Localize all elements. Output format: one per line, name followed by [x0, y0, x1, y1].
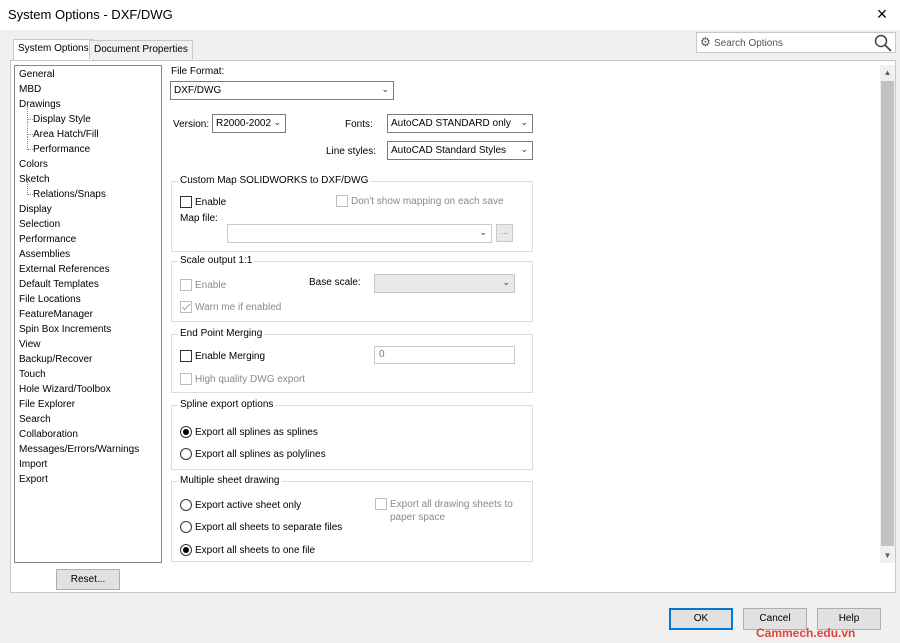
chevron-down-icon: ⌄ [479, 227, 487, 237]
dont-show-mapping-label: Don't show mapping on each save [351, 196, 504, 207]
version-label: Version: [173, 119, 210, 130]
base-scale-label: Base scale: [309, 277, 361, 288]
scroll-thumb[interactable] [881, 81, 894, 546]
spline-title: Spline export options [178, 399, 276, 410]
search-placeholder: Search Options [714, 38, 783, 49]
line-styles-select[interactable]: AutoCAD Standard Styles ⌄ [387, 141, 533, 160]
paper-space-label-line1: Export all drawing sheets to [390, 499, 513, 510]
vertical-scrollbar[interactable]: ▲ ▼ [880, 65, 895, 563]
splines-as-splines-radio[interactable] [180, 426, 192, 438]
tree-item-search[interactable]: Search [19, 414, 51, 425]
paper-space-label-line2: paper space [390, 512, 446, 523]
one-file-radio[interactable] [180, 544, 192, 556]
reset-button[interactable]: Reset... [56, 569, 120, 590]
tree-item-area-hatch[interactable]: Area Hatch/Fill [27, 121, 99, 140]
splines-as-polylines-radio[interactable] [180, 448, 192, 460]
chevron-down-icon: ⌄ [381, 84, 389, 94]
dont-show-mapping-checkbox[interactable] [336, 195, 348, 207]
scroll-up-icon[interactable]: ▲ [880, 65, 895, 80]
browse-button[interactable]: ... [496, 224, 513, 242]
enable-merging-checkbox[interactable] [180, 350, 192, 362]
tree-item-assemblies[interactable]: Assemblies [19, 249, 70, 260]
tree-item-backup-recover[interactable]: Backup/Recover [19, 354, 92, 365]
file-format-value: DXF/DWG [174, 85, 222, 96]
scale-enable-label: Enable [195, 280, 227, 291]
enable-merging-label: Enable Merging [195, 351, 266, 362]
tree-item-default-templates[interactable]: Default Templates [19, 279, 99, 290]
end-point-title: End Point Merging [178, 328, 265, 339]
version-value: R2000-2002 [216, 118, 272, 129]
chevron-down-icon: ⌄ [273, 117, 281, 127]
close-icon[interactable]: × [874, 4, 890, 24]
tree-item-general[interactable]: General [19, 69, 55, 80]
chevron-down-icon: ⌄ [520, 144, 528, 154]
tree-item-export[interactable]: Export [19, 474, 48, 485]
high-quality-dwg-label: High quality DWG export [195, 374, 306, 385]
tree-item-drawings-performance[interactable]: Performance [27, 136, 90, 155]
high-quality-dwg-checkbox[interactable] [180, 373, 192, 385]
tree-item-featuremanager[interactable]: FeatureManager [19, 309, 93, 320]
tree-item-messages-errors-warnings[interactable]: Messages/Errors/Warnings [19, 444, 139, 455]
gear-icon[interactable]: ⚙ [700, 35, 711, 49]
tree-item-collaboration[interactable]: Collaboration [19, 429, 78, 440]
line-styles-label: Line styles: [326, 146, 377, 157]
tree-item-drawings[interactable]: Drawings [19, 99, 61, 110]
splines-as-splines-label: Export all splines as splines [195, 427, 318, 438]
separate-files-radio[interactable] [180, 521, 192, 533]
warn-checkbox[interactable] [180, 301, 192, 313]
multi-sheet-title: Multiple sheet drawing [178, 475, 282, 486]
tree-item-selection[interactable]: Selection [19, 219, 60, 230]
tree-item-hole-wizard-toolbox[interactable]: Hole Wizard/Toolbox [19, 384, 111, 395]
tree-item-external-references[interactable]: External References [19, 264, 110, 275]
custom-map-title: Custom Map SOLIDWORKS to DXF/DWG [178, 175, 371, 186]
tree-item-colors[interactable]: Colors [19, 159, 48, 170]
splines-as-polylines-label: Export all splines as polylines [195, 449, 326, 460]
map-file-select[interactable]: ⌄ [227, 224, 492, 243]
search-box[interactable]: ⚙ Search Options [696, 32, 896, 53]
warn-label: Warn me if enabled [195, 302, 282, 313]
tree-item-display-style[interactable]: Display Style [27, 106, 91, 125]
tree-item-file-locations[interactable]: File Locations [19, 294, 81, 305]
scale-enable-checkbox[interactable] [180, 279, 192, 291]
chevron-down-icon: ⌄ [520, 117, 528, 127]
custom-map-enable-checkbox[interactable] [180, 196, 192, 208]
version-select[interactable]: R2000-2002 ⌄ [212, 114, 286, 133]
active-sheet-only-label: Export active sheet only [195, 500, 302, 511]
tree-item-view[interactable]: View [19, 339, 41, 350]
chevron-down-icon: ⌄ [502, 277, 510, 287]
title-bar: System Options - DXF/DWG × [0, 0, 900, 30]
file-format-select[interactable]: DXF/DWG ⌄ [170, 81, 394, 100]
window-title: System Options - DXF/DWG [8, 7, 173, 22]
tree-item-file-explorer[interactable]: File Explorer [19, 399, 75, 410]
tree-item-relations-snaps[interactable]: Relations/Snaps [27, 181, 106, 200]
tab-system-options[interactable]: System Options [13, 39, 94, 60]
options-tree: General MBD Drawings Display Style Area … [14, 65, 162, 563]
scroll-down-icon[interactable]: ▼ [880, 548, 895, 563]
separate-files-label: Export all sheets to separate files [195, 522, 343, 533]
line-styles-value: AutoCAD Standard Styles [391, 145, 507, 156]
search-icon[interactable] [874, 34, 892, 52]
tree-item-mbd[interactable]: MBD [19, 84, 41, 95]
fonts-label: Fonts: [345, 119, 373, 130]
custom-map-enable-label: Enable [195, 197, 227, 208]
tab-document-properties[interactable]: Document Properties [89, 40, 193, 59]
fonts-select[interactable]: AutoCAD STANDARD only ⌄ [387, 114, 533, 133]
one-file-label: Export all sheets to one file [195, 545, 316, 556]
tree-item-import[interactable]: Import [19, 459, 47, 470]
file-format-label: File Format: [171, 66, 225, 77]
fonts-value: AutoCAD STANDARD only [391, 118, 511, 129]
active-sheet-only-radio[interactable] [180, 499, 192, 511]
tree-item-touch[interactable]: Touch [19, 369, 46, 380]
tree-item-display[interactable]: Display [19, 204, 52, 215]
paper-space-checkbox[interactable] [375, 498, 387, 510]
watermark: Cammech.edu.vn [756, 626, 856, 640]
tree-item-performance[interactable]: Performance [19, 234, 76, 245]
base-scale-select[interactable]: ⌄ [374, 274, 515, 293]
map-file-label: Map file: [180, 213, 218, 224]
tree-item-sketch[interactable]: Sketch [19, 174, 50, 185]
merging-distance-input[interactable]: 0 [374, 346, 515, 364]
ok-button[interactable]: OK [669, 608, 733, 630]
scale-output-title: Scale output 1:1 [178, 255, 255, 266]
tree-item-spin-box-increments[interactable]: Spin Box Increments [19, 324, 111, 335]
